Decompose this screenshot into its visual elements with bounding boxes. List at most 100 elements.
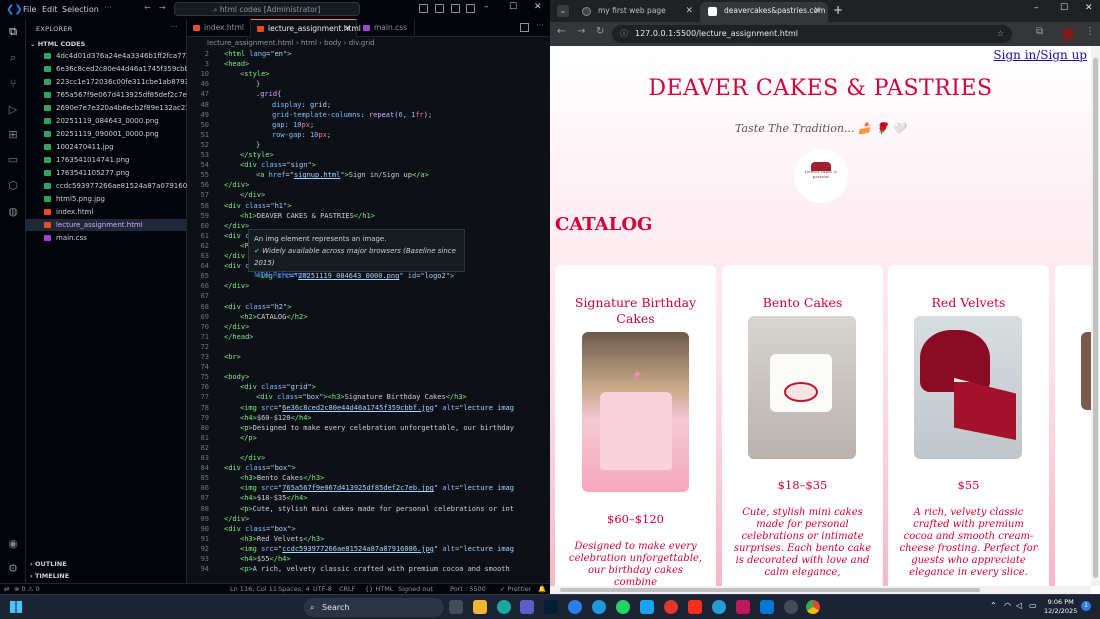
code-editor[interactable]: 2 <html lang="en"> 3 <head> 10 <style> 46} 47 .g… (187, 50, 550, 583)
tab-main-css[interactable]: main.css (357, 19, 415, 37)
file-item[interactable]: 20251119_090001_0000.png (26, 128, 187, 140)
folder-header[interactable]: ⌄ HTML CODES (30, 40, 85, 48)
code-line[interactable]: <p>Cute, stylish mini cakes made for per… (240, 505, 514, 513)
code-line[interactable]: <div class="box"> (224, 464, 296, 472)
browser-icon[interactable] (568, 600, 582, 614)
whatsapp-icon[interactable] (616, 600, 630, 614)
minimize-icon[interactable]: – (1034, 3, 1039, 13)
signed-out-status[interactable]: Signed out (398, 584, 433, 594)
photoshop-icon[interactable] (544, 600, 558, 614)
editor-more-icon[interactable]: ··· (536, 21, 544, 30)
remote-explorer-icon[interactable]: ▭ (6, 153, 20, 167)
back-arrow-icon[interactable]: ← (144, 3, 151, 12)
start-windows-icon[interactable] (10, 601, 22, 613)
battery-icon[interactable]: ▭ (1029, 601, 1037, 610)
teams-icon[interactable] (520, 600, 534, 614)
maximize-icon[interactable]: ☐ (1060, 3, 1068, 13)
timeline-section[interactable]: › TIMELINE (30, 572, 69, 580)
tab-close-icon[interactable]: ✕ (813, 2, 821, 20)
code-line[interactable]: <div c (224, 232, 249, 240)
indentation[interactable]: Spaces: 4 (278, 584, 310, 594)
code-line[interactable]: <img src="6e36c8ced2c80e44d46a1745f359cb… (240, 404, 514, 412)
remote-icon[interactable]: ⇄ (4, 584, 9, 594)
chrome-tab-deavercakes[interactable]: deavercakes&pastries.com ✕ (700, 2, 828, 22)
wifi-icon[interactable]: ◠ (1004, 601, 1011, 610)
code-line[interactable]: gap: 10px; (272, 121, 314, 129)
code-line[interactable]: <div class="box"> (224, 525, 296, 533)
problems-status[interactable]: ⊗ 0 ⚠ 0 (14, 584, 40, 594)
forward-arrow-icon[interactable]: → (159, 3, 166, 12)
twitter-icon[interactable] (640, 600, 654, 614)
address-bar[interactable]: ⓘ 127.0.0.1:5500/lecture_assignment.html… (612, 25, 1012, 43)
chevron-up-icon[interactable]: ⌃ (990, 601, 997, 610)
code-line[interactable]: <div class="h2"> (224, 303, 291, 311)
app-pink-icon[interactable] (736, 600, 750, 614)
back-arrow-icon[interactable]: ← (557, 26, 565, 37)
mdn-reference-link[interactable]: MDN Reference (254, 269, 459, 281)
file-explorer-icon[interactable] (473, 600, 487, 614)
prettier-status[interactable]: ✓ Prettier (500, 584, 531, 594)
code-line[interactable]: </style> (240, 151, 274, 159)
extensions-icon[interactable]: ⧉ (1036, 26, 1043, 37)
profile-avatar[interactable] (1062, 28, 1074, 40)
tab-index-html[interactable]: index.html (187, 19, 251, 37)
code-line[interactable]: </div> (224, 323, 249, 331)
code-line[interactable]: <div c (224, 262, 249, 270)
code-line[interactable]: <h3>Bento Cakes</h3> (240, 474, 324, 482)
more-menu-icon[interactable]: ··· (104, 3, 112, 12)
volume-icon[interactable]: ◁ (1016, 601, 1022, 610)
code-line[interactable]: display: grid; (272, 101, 331, 109)
file-item[interactable]: 20251119_084643_0000.png (26, 115, 187, 127)
code-line[interactable]: </div> (224, 282, 249, 290)
vscode-taskbar-icon[interactable] (760, 600, 774, 614)
code-line[interactable]: <div class="box"><h3>Signature Birthday … (256, 393, 467, 401)
search-view-icon[interactable]: ⌕ (6, 51, 20, 65)
code-line[interactable]: </div> (240, 454, 265, 462)
containers-icon[interactable]: ⬡ (6, 179, 20, 193)
file-item[interactable]: 4dc4d01d376a24e4a3346b1ff2fca773.jpg (26, 50, 187, 62)
source-control-icon[interactable]: ⑂ (6, 77, 20, 91)
opera-icon[interactable] (664, 600, 678, 614)
scroll-thumb[interactable] (560, 588, 980, 592)
page-vertical-scrollbar[interactable] (1091, 46, 1100, 586)
file-item[interactable]: lecture_assignment.html (26, 219, 187, 231)
system-clock[interactable]: 9:06 PM 12/2/2025 (1044, 598, 1077, 616)
code-line[interactable]: <div class="sign"> (240, 161, 316, 169)
code-line[interactable]: </head> (224, 333, 254, 341)
file-item[interactable]: 765a567f9e067d413925df85def2c7eb.jpg (26, 89, 187, 101)
bookmark-star-icon[interactable]: ☆ (997, 25, 1004, 43)
reload-icon[interactable]: ↻ (596, 26, 604, 37)
page-horizontal-scrollbar[interactable] (550, 586, 1091, 594)
maximize-icon[interactable]: ☐ (509, 2, 517, 12)
edge-icon[interactable] (497, 600, 511, 614)
code-line[interactable]: <h4>$18-$35</h4> (240, 494, 307, 502)
file-item[interactable]: ccdc593977266ae81524a87a07916086.jpg (26, 180, 187, 192)
tab-close-icon[interactable]: ✕ (344, 20, 351, 38)
code-line[interactable]: } (256, 141, 260, 149)
breadcrumb[interactable]: lecture_assignment.html › html › body › … (187, 37, 550, 50)
chrome-menu-icon[interactable]: ⋮ (1085, 26, 1095, 37)
code-line[interactable]: <head> (224, 60, 249, 68)
tab-lecture-assignment[interactable]: lecture_assignment.html ✕ (251, 19, 361, 38)
outline-section[interactable]: › OUTLINE (30, 560, 67, 568)
file-item[interactable]: 223cc1e172036c00fe311cbe1ab8793f.jpg (26, 76, 187, 88)
run-debug-icon[interactable]: ▷ (6, 103, 20, 117)
language-mode[interactable]: {} HTML (365, 584, 393, 594)
telegram-icon[interactable] (712, 600, 726, 614)
code-line[interactable]: <h4>$60-$120</h4> (240, 414, 312, 422)
split-editor-icon[interactable] (520, 23, 529, 32)
encoding[interactable]: UTF-8 (313, 584, 332, 594)
file-item[interactable]: 1763541014741.png (26, 154, 187, 166)
file-item[interactable]: 6e36c8ced2c80e44d46a1745f359cbbf.jpg (26, 63, 187, 75)
code-line[interactable]: <h3>Red Velvets</h3> (240, 535, 324, 543)
accounts-icon[interactable]: ◉ (6, 537, 20, 551)
file-item[interactable]: 2690e7e7e320a4b6ecb2f89e132ac21f.jpg (26, 102, 187, 114)
menu-file[interactable]: File (23, 5, 36, 14)
app-circle-icon[interactable] (784, 600, 798, 614)
live-server-port[interactable]: Port : 5500 (450, 584, 486, 594)
file-item[interactable]: main.css (26, 232, 187, 244)
code-line[interactable]: <body> (224, 373, 249, 381)
signin-link[interactable]: Sign in/Sign up (993, 48, 1087, 62)
code-line[interactable]: <br> (224, 353, 241, 361)
code-line[interactable]: <h4>$55</h4> (240, 555, 291, 563)
